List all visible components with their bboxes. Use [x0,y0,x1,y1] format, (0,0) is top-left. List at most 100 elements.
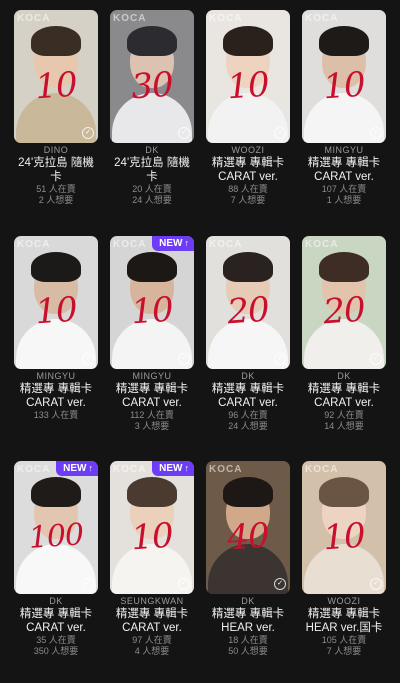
photocard-image[interactable]: KOCA 40 ✓ [206,461,290,595]
card-title[interactable]: CARAT ver. [202,170,294,184]
check-circle-icon: ✓ [178,127,190,139]
new-badge-label: NEW [159,463,183,475]
card-title[interactable]: 精選專 專輯卡 [106,607,198,621]
wanted-count: 7 人想要 [326,646,362,657]
handwritten-price: 10 [130,515,174,559]
photo-hair [127,477,177,508]
card-meta: DK 精選專 專輯卡 CARAT ver. 96 人在賣 24 人想要 [202,371,294,432]
card-title[interactable]: 卡 [10,170,102,184]
photocard-image[interactable]: KOCA 10 ✓ [302,461,386,595]
card-meta: DK 精選專 專輯卡 CARAT ver. 92 人在賣 14 人想要 [298,371,390,432]
card-title[interactable]: 精選專 專輯卡 [202,607,294,621]
card-title[interactable]: 精選專 專輯卡 [10,382,102,396]
koca-watermark: KOCA [305,464,339,476]
handwritten-price: 10 [34,64,78,107]
member-name: DINO [43,145,69,155]
card-title[interactable]: CARAT ver. [298,170,390,184]
photocard-listing[interactable]: KOCA 100 ✓ NEW ↑ DK 精選專 專輯卡 CARAT ver. 35 人在賣 350… [10,457,102,683]
photocard-listing[interactable]: KOCA 10 ✓ MINGYU 精選專 專輯卡 CARAT ver. 107 人在賣 1 人… [298,6,390,232]
member-name: DK [145,145,159,155]
card-meta: DK 精選專 專輯卡 HEAR ver. 18 人在賣 50 人想要 [202,596,294,657]
new-badge-label: NEW [159,237,183,249]
card-title[interactable]: 精選專 專輯卡 [106,382,198,396]
card-title[interactable]: HEAR ver.国卡 [298,621,390,635]
photocard-listing[interactable]: KOCA 30 ✓ DK 24'克拉島 隨機卡 20 人在賣 24 人想要 [106,6,198,232]
card-title[interactable]: 卡 [106,170,198,184]
card-title[interactable]: 24'克拉島 隨機 [106,156,198,170]
photocard-image[interactable]: KOCA 20 ✓ [302,235,386,369]
member-name: DK [241,370,255,381]
card-title[interactable]: 精選專 專輯卡 [298,156,390,170]
card-title[interactable]: HEAR ver. [202,621,294,635]
photo-hair [31,477,81,508]
photocard-image[interactable]: KOCA 100 ✓ NEW ↑ [14,461,98,595]
arrow-up-icon: ↑ [184,463,190,474]
member-name: WOOZI [231,145,265,155]
card-title[interactable]: CARAT ver. [106,621,198,635]
photo-hair [319,25,369,56]
photocard-image[interactable]: KOCA 20 ✓ [206,235,290,369]
photocard-grid: KOCA 10 ✓ DINO 24'克拉島 隨機卡 51 人在賣 2 人想要 KOCA 30 ✓ D… [0,0,400,683]
photocard-listing[interactable]: KOCA 20 ✓ DK 精選專 專輯卡 CARAT ver. 96 人在賣 24 人想要 [202,232,294,458]
sellers-count: 18 人在賣 [228,635,268,646]
card-title[interactable]: 精選專 專輯卡 [298,382,390,396]
member-name: MINGYU [36,370,76,381]
card-title[interactable]: CARAT ver. [10,396,102,410]
sellers-count: 107 人在賣 [321,184,367,194]
card-title[interactable]: 精選專 專輯卡 [202,156,294,170]
photo-hair [223,477,273,508]
koca-watermark: KOCA [17,13,51,24]
photocard-image[interactable]: KOCA 10 ✓ [302,10,386,143]
photocard-listing[interactable]: KOCA 40 ✓ DK 精選專 專輯卡 HEAR ver. 18 人在賣 50 人想要 [202,457,294,683]
photocard-listing[interactable]: KOCA 10 ✓ WOOZI 精選專 專輯卡 HEAR ver.国卡 105 人在賣 7 人… [298,457,390,683]
arrow-up-icon: ↑ [184,237,190,248]
card-title[interactable]: 24'克拉島 隨機 [10,156,102,170]
photocard-image[interactable]: KOCA 10 ✓ [206,10,290,143]
handwritten-price: 20 [226,289,270,333]
card-title[interactable]: 精選專 專輯卡 [298,607,390,621]
member-name: DK [337,370,351,381]
photo-hair [31,25,81,56]
photocard-listing[interactable]: KOCA 10 ✓ MINGYU 精選專 專輯卡 CARAT ver. 133 人在賣 [10,232,102,458]
photocard-image[interactable]: KOCA 30 ✓ [110,10,194,143]
koca-watermark: KOCA [209,13,243,24]
handwritten-price: 10 [130,289,174,333]
check-circle-icon: ✓ [370,127,382,139]
photocard-listing[interactable]: KOCA 10 ✓ NEW ↑ SEUNGKWAN 精選專 專輯卡 CARAT ver. 97 … [106,457,198,683]
card-title[interactable]: 精選專 專輯卡 [202,382,294,396]
wanted-count: 3 人想要 [134,420,170,431]
check-circle-icon: ✓ [82,352,94,365]
new-badge: NEW ↑ [152,461,194,477]
card-meta: MINGYU 精選專 專輯卡 CARAT ver. 112 人在賣 3 人想要 [106,371,198,432]
handwritten-price: 10 [322,515,366,559]
photocard-image[interactable]: KOCA 10 ✓ [14,235,98,369]
wanted-count: 7 人想要 [230,195,266,205]
handwritten-price: 10 [322,64,366,107]
sellers-count: 112 人在賣 [130,409,174,420]
koca-watermark: KOCA [305,13,339,24]
new-badge-label: NEW [63,463,87,475]
card-title[interactable]: CARAT ver. [10,621,102,635]
card-title[interactable]: CARAT ver. [202,396,294,410]
photocard-image[interactable]: KOCA 10 ✓ [14,10,98,143]
card-title[interactable]: CARAT ver. [298,396,390,410]
check-circle-icon: ✓ [178,352,190,365]
check-circle-icon: ✓ [82,127,94,139]
sellers-count: 88 人在賣 [228,184,268,194]
card-title[interactable]: CARAT ver. [106,396,198,410]
wanted-count: 350 人想要 [33,646,79,657]
check-circle-icon: ✓ [370,352,382,365]
wanted-count: 2 人想要 [38,195,74,205]
photocard-image[interactable]: KOCA 10 ✓ NEW ↑ [110,235,194,369]
photocard-listing[interactable]: KOCA 10 ✓ NEW ↑ MINGYU 精選專 專輯卡 CARAT ver. 112 人在… [106,232,198,458]
koca-watermark: KOCA [113,464,147,476]
photocard-listing[interactable]: KOCA 10 ✓ DINO 24'克拉島 隨機卡 51 人在賣 2 人想要 [10,6,102,232]
card-title[interactable]: 精選專 專輯卡 [10,607,102,621]
photocard-listing[interactable]: KOCA 10 ✓ WOOZI 精選專 專輯卡 CARAT ver. 88 人在賣 7 人想要 [202,6,294,232]
card-meta: DK 24'克拉島 隨機卡 20 人在賣 24 人想要 [106,145,198,206]
photocard-image[interactable]: KOCA 10 ✓ NEW ↑ [110,461,194,595]
card-meta: MINGYU 精選專 專輯卡 CARAT ver. 133 人在賣 [10,371,102,421]
photocard-listing[interactable]: KOCA 20 ✓ DK 精選專 專輯卡 CARAT ver. 92 人在賣 14 人想要 [298,232,390,458]
photo-hair [127,251,177,282]
sellers-count: 97 人在賣 [132,635,172,646]
